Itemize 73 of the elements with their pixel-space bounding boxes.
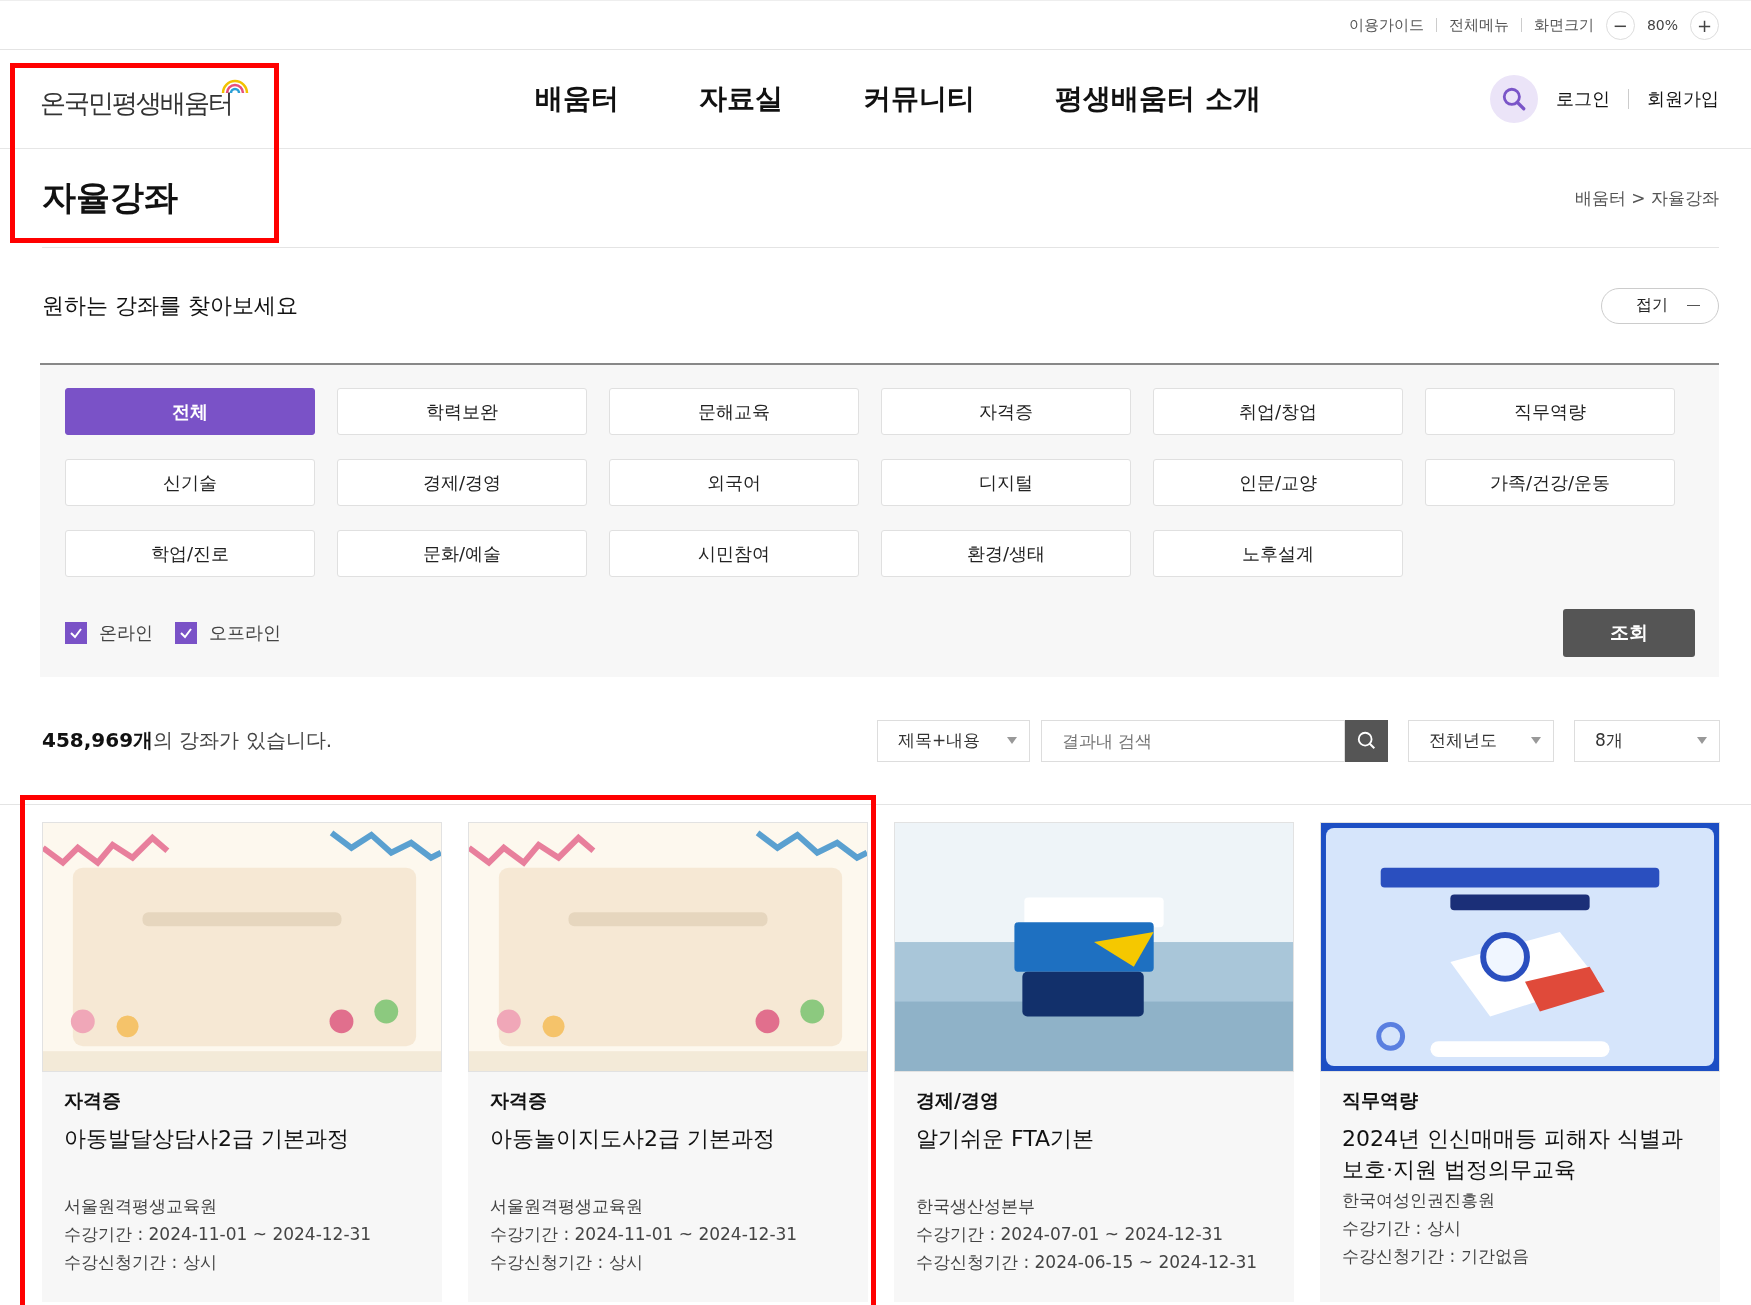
course-card[interactable]: 자격증 아동발달상담사2급 기본과정 서울원격평생교육원 수강기간 : 2024-11-01 ~ 2024-12-31 수강신청기간 : 상시 bbox=[42, 822, 442, 1302]
course-category: 직무역량 bbox=[1342, 1088, 1419, 1113]
course-period: 수강기간 : 2024-11-01 ~ 2024-12-31 bbox=[490, 1223, 799, 1246]
search-button[interactable] bbox=[1345, 719, 1388, 762]
checkbox[interactable] bbox=[175, 622, 197, 644]
search-icon bbox=[1355, 729, 1378, 752]
checkbox[interactable] bbox=[65, 622, 87, 644]
course-provider: 서울원격평생교육원 bbox=[64, 1195, 218, 1218]
checkbox-label: 온라인 bbox=[99, 621, 153, 645]
course-provider: 서울원격평생교육원 bbox=[490, 1195, 644, 1218]
course-card[interactable]: 자격증 아동놀이지도사2급 기본과정 서울원격평생교육원 수강기간 : 2024-11-01 ~ 2024-12-31 수강신청기간 : 상시 bbox=[468, 822, 868, 1302]
category-button[interactable]: 학력보완 bbox=[337, 388, 587, 435]
category-button[interactable]: 자격증 bbox=[881, 388, 1131, 435]
course-card[interactable]: 직무역량 2024년 인신매매등 피해자 식별과 보호·지원 법정의무교육 한국여성인권진흥원 수강기간 : 상시 수강신청기간 : 기간없음 bbox=[1320, 822, 1720, 1302]
course-category: 자격증 bbox=[490, 1088, 548, 1113]
zoom-in-button[interactable]: + bbox=[1690, 10, 1719, 40]
course-provider: 한국생산성본부 bbox=[916, 1195, 1036, 1218]
nav-link[interactable]: 배움터 bbox=[535, 80, 619, 118]
checkbox-label: 오프라인 bbox=[209, 621, 281, 645]
rainbow-arc-icon bbox=[220, 77, 250, 94]
year-select[interactable]: 전체년도 bbox=[1408, 719, 1554, 762]
category-button[interactable]: 학업/진로 bbox=[65, 530, 315, 577]
search-button[interactable] bbox=[1490, 75, 1538, 123]
result-count: 458,969개의 강좌가 있습니다. bbox=[42, 727, 333, 754]
page-title: 자율강좌 bbox=[42, 176, 178, 219]
course-period: 수강기간 : 2024-11-01 ~ 2024-12-31 bbox=[64, 1223, 373, 1246]
course-category: 경제/경영 bbox=[916, 1088, 1000, 1113]
category-button[interactable]: 디지털 bbox=[881, 459, 1131, 506]
category-button[interactable]: 문해교육 bbox=[609, 388, 859, 435]
course-period: 수강기간 : 2024-07-01 ~ 2024-12-31 bbox=[916, 1223, 1225, 1246]
application-period: 수강신청기간 : 2024-06-15 ~ 2024-12-31 bbox=[916, 1251, 1259, 1274]
zoom-out-button[interactable]: − bbox=[1605, 10, 1635, 40]
category-button[interactable]: 문화/예술 bbox=[337, 530, 587, 577]
application-period: 수강신청기간 : 상시 bbox=[490, 1251, 644, 1274]
category-button[interactable]: 시민참여 bbox=[609, 530, 859, 577]
category-button[interactable]: 외국어 bbox=[609, 459, 859, 506]
category-button[interactable]: 환경/생태 bbox=[881, 530, 1131, 577]
search-icon bbox=[1501, 86, 1527, 112]
course-title: 아동놀이지도사2급 기본과정 bbox=[490, 1125, 776, 1153]
course-provider: 한국여성인권진흥원 bbox=[1342, 1189, 1496, 1212]
category-button[interactable]: 신기술 bbox=[65, 459, 315, 506]
application-period: 수강신청기간 : 상시 bbox=[64, 1251, 218, 1274]
course-title: 아동발달상담사2급 기본과정 bbox=[64, 1125, 350, 1153]
course-period: 수강기간 : 상시 bbox=[1342, 1217, 1462, 1240]
breadcrumb: 배움터 > 자율강좌 bbox=[1574, 186, 1719, 210]
utility-link[interactable]: 이용가이드 bbox=[1348, 15, 1424, 35]
category-button[interactable]: 취업/창업 bbox=[1153, 388, 1403, 435]
course-category: 자격증 bbox=[64, 1088, 122, 1113]
page-size-select[interactable]: 8개 bbox=[1574, 719, 1720, 762]
utility-link[interactable]: 화면크기 bbox=[1533, 15, 1594, 35]
site-logo[interactable]: 온국민평생배움터 bbox=[40, 85, 232, 121]
category-button[interactable]: 노후설계 bbox=[1153, 530, 1403, 577]
nav-link[interactable]: 자료실 bbox=[699, 80, 783, 118]
fold-button[interactable]: 접기 bbox=[1601, 287, 1719, 324]
course-card[interactable]: 경제/경영 알기쉬운 FTA기본 한국생산성본부 수강기간 : 2024-07-01 ~ 2024-12-31 수강신청기간 : 2024-06-15 ~ 2024-12-31 bbox=[894, 822, 1294, 1302]
application-period: 수강신청기간 : 기간없음 bbox=[1342, 1245, 1530, 1268]
search-submit-button[interactable]: 조회 bbox=[1563, 609, 1695, 657]
category-button[interactable]: 인문/교양 bbox=[1153, 459, 1403, 506]
category-button[interactable]: 전체 bbox=[65, 388, 315, 435]
scope-select[interactable]: 제목+내용 bbox=[877, 719, 1030, 762]
auth-link[interactable]: 회원가입 bbox=[1647, 87, 1719, 111]
zoom-level: 80% bbox=[1646, 17, 1678, 33]
nav-link[interactable]: 커뮤니티 bbox=[863, 80, 975, 118]
category-button[interactable]: 경제/경영 bbox=[337, 459, 587, 506]
section-heading: 원하는 강좌를 찾아보세요 bbox=[42, 291, 298, 320]
course-title: 2024년 인신매매등 피해자 식별과 보호·지원 법정의무교육 bbox=[1342, 1125, 1684, 1184]
search-field[interactable]: 결과내 검색 bbox=[1041, 719, 1345, 762]
category-button[interactable]: 직무역량 bbox=[1425, 388, 1675, 435]
category-button[interactable]: 가족/건강/운동 bbox=[1425, 459, 1675, 506]
nav-link[interactable]: 평생배움터 소개 bbox=[1055, 80, 1261, 118]
auth-link[interactable]: 로그인 bbox=[1556, 87, 1610, 111]
course-title: 알기쉬운 FTA기본 bbox=[916, 1125, 1096, 1153]
utility-link[interactable]: 전체메뉴 bbox=[1448, 15, 1509, 35]
